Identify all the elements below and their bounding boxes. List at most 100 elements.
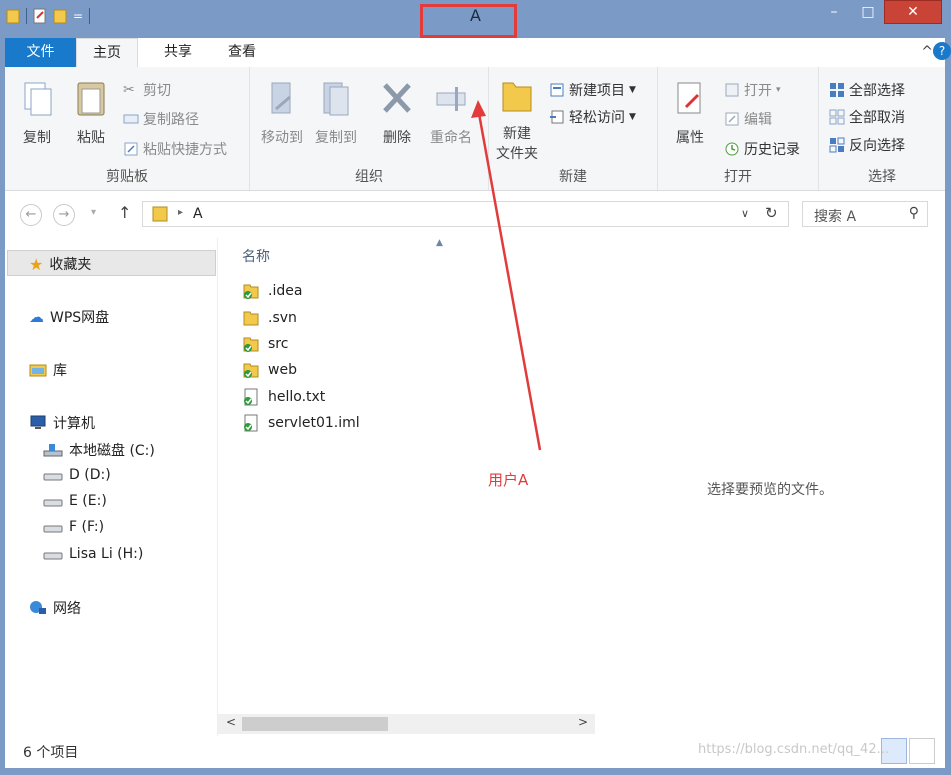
move-to-button[interactable]: 移动到 [256, 79, 308, 147]
list-item[interactable]: web [242, 361, 297, 379]
help-icon[interactable]: ? [933, 42, 951, 60]
folder-icon [152, 206, 168, 222]
close-button[interactable]: ✕ [884, 0, 942, 24]
select-none-icon [829, 109, 845, 125]
list-item[interactable]: .idea [242, 282, 302, 300]
svn-text-file-icon [244, 388, 258, 406]
watermark: https://blog.csdn.net/qq_42... [698, 742, 890, 757]
nav-item-computer[interactable]: 计算机 [29, 413, 95, 433]
scroll-left-icon[interactable]: < [226, 715, 236, 729]
forward-button[interactable]: → [53, 204, 75, 226]
new-item-button[interactable]: 新建项目 ▼ [549, 80, 636, 100]
refresh-icon[interactable]: ↻ [765, 204, 778, 222]
item-count: 6 个项目 [23, 745, 79, 761]
new-item-icon [550, 83, 564, 97]
list-item[interactable]: hello.txt [242, 388, 325, 406]
rename-button[interactable]: 重命名 [424, 79, 478, 147]
scroll-right-icon[interactable]: > [578, 715, 588, 729]
nav-label: 库 [53, 363, 67, 379]
new-group-label: 新建 [559, 169, 587, 185]
back-button[interactable]: ← [20, 204, 42, 226]
annotation-label: 用户A [488, 471, 529, 489]
file-name: servlet01.iml [268, 415, 360, 431]
navigation-pane: ★ 收藏夹 ☁ WPS网盘 库 计算机 本地磁盘 (C:) D (D:) E (… [5, 238, 217, 736]
new-folder-button[interactable]: 新建 文件夹 [491, 75, 543, 163]
address-bar[interactable]: ▸ A ∨ ↻ [142, 201, 789, 227]
scrollbar-thumb[interactable] [242, 717, 388, 731]
nav-item-drive-d[interactable]: D (D:) [43, 467, 111, 483]
file-name: web [268, 362, 297, 378]
large-icons-view-button[interactable] [909, 738, 935, 764]
new-group: 新建 文件夹 新建项目 ▼ 轻松访问 ▼ 新建 [489, 67, 658, 190]
new-folder-label-line1: 新建 [503, 126, 531, 142]
file-list-pane: ▲ 名称 .idea .svn src web hello.txt servle… [217, 238, 597, 736]
search-placeholder: 搜索 A [814, 209, 857, 225]
scissors-icon: ✂ [123, 82, 135, 98]
search-input[interactable]: 搜索 A ⚲ [802, 201, 928, 227]
select-all-icon [830, 83, 844, 97]
svn-folder-icon [243, 337, 259, 352]
copy-path-label: 复制路径 [143, 112, 199, 128]
nav-item-wps[interactable]: ☁ WPS网盘 [29, 307, 109, 327]
chevron-down-icon: ▼ [629, 112, 636, 122]
tab-share[interactable]: 共享 [148, 38, 208, 67]
open-group-label: 打开 [724, 169, 752, 185]
nav-label: D (D:) [69, 467, 111, 483]
nav-item-drive-c[interactable]: 本地磁盘 (C:) [43, 440, 155, 460]
select-all-button[interactable]: 全部选择 [829, 80, 905, 100]
nav-label: 收藏夹 [49, 257, 92, 273]
copy-button[interactable]: 复制 [15, 79, 59, 147]
tab-view[interactable]: 查看 [212, 38, 272, 67]
rename-label: 重命名 [430, 130, 472, 146]
delete-button[interactable]: 删除 [374, 79, 420, 147]
copy-to-button[interactable]: 复制到 [310, 79, 362, 147]
new-folder-label-line2: 文件夹 [496, 146, 538, 162]
address-row: ← → ▾ ↑ ▸ A ∨ ↻ 搜索 A ⚲ [5, 191, 945, 238]
open-icon [725, 83, 739, 97]
nav-label: E (E:) [69, 493, 107, 509]
invert-selection-button[interactable]: 反向选择 [829, 135, 905, 155]
svn-file-icon [244, 414, 258, 432]
search-icon[interactable]: ⚲ [909, 205, 919, 221]
organize-group-label: 组织 [355, 169, 383, 185]
nav-item-library[interactable]: 库 [29, 360, 67, 380]
open-group: 属性 打开 ▾ 编辑 历史记录 打开 [658, 67, 819, 190]
open-button[interactable]: 打开 ▾ [724, 80, 781, 100]
up-arrow-icon[interactable]: ↑ [118, 203, 131, 222]
computer-icon [30, 415, 46, 429]
properties-button[interactable]: 属性 [668, 79, 712, 147]
nav-item-drive-h[interactable]: Lisa Li (H:) [43, 546, 143, 562]
minimize-button[interactable]: – [818, 0, 850, 24]
list-item[interactable]: .svn [242, 309, 297, 327]
cloud-icon: ☁ [29, 308, 44, 326]
nav-item-drive-f[interactable]: F (F:) [43, 519, 104, 535]
easy-access-button[interactable]: 轻松访问 ▼ [549, 107, 636, 127]
address-dropdown-icon[interactable]: ∨ [741, 207, 749, 220]
history-icon [725, 142, 739, 156]
column-header-name[interactable]: 名称 [242, 246, 270, 266]
paste-shortcut-button[interactable]: 粘贴快捷方式 [123, 139, 227, 159]
file-name: .svn [268, 310, 297, 326]
edit-button[interactable]: 编辑 [724, 109, 772, 129]
recent-locations-icon[interactable]: ▾ [91, 207, 96, 218]
select-all-label: 全部选择 [849, 83, 905, 99]
select-none-button[interactable]: 全部取消 [829, 107, 905, 127]
copy-path-button[interactable]: 复制路径 [123, 109, 199, 129]
tab-home[interactable]: 主页 [76, 38, 138, 68]
list-item[interactable]: src [242, 335, 288, 353]
list-item[interactable]: servlet01.iml [242, 414, 360, 432]
nav-item-drive-e[interactable]: E (E:) [43, 493, 107, 509]
maximize-button[interactable]: □ [852, 0, 884, 24]
move-to-label: 移动到 [261, 130, 303, 146]
nav-item-network[interactable]: 网络 [29, 598, 81, 618]
horizontal-scrollbar[interactable]: < > [218, 714, 596, 734]
history-button[interactable]: 历史记录 [724, 139, 800, 159]
paste-button[interactable]: 粘贴 [69, 79, 113, 147]
cut-button[interactable]: ✂ 剪切 [123, 80, 171, 100]
breadcrumb-item[interactable]: A [193, 206, 203, 222]
chevron-down-icon: ▾ [776, 85, 781, 95]
nav-item-favorites[interactable]: ★ 收藏夹 [29, 254, 91, 274]
breadcrumb-chevron-icon[interactable]: ▸ [178, 207, 183, 218]
tab-file[interactable]: 文件 [5, 38, 76, 67]
ribbon-collapse-icon[interactable]: ^ [921, 44, 933, 60]
